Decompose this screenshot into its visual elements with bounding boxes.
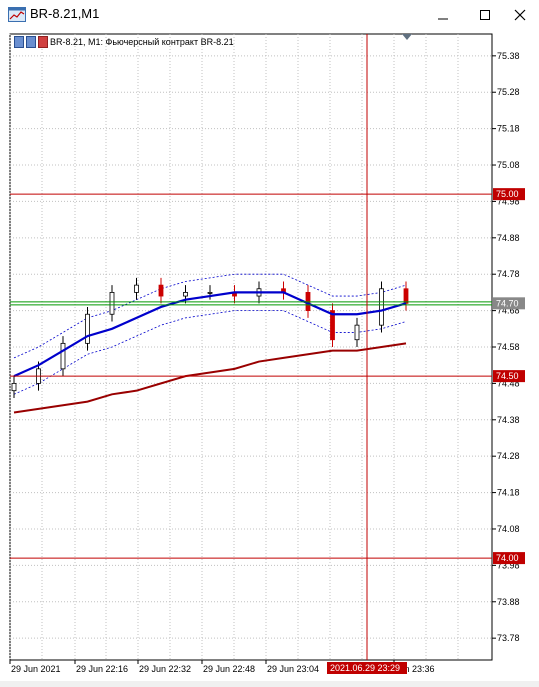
window-bottom-edge <box>0 681 539 687</box>
minimize-button[interactable] <box>428 2 458 28</box>
candle-body <box>158 284 164 297</box>
level-label: 74.00 <box>496 553 519 563</box>
window-title: BR-8.21,M1 <box>30 6 100 21</box>
price-tick-label: 74.58 <box>497 342 520 352</box>
time-tick-label: 29 Jun 22:48 <box>203 664 255 674</box>
price-tick-label: 74.28 <box>497 451 520 461</box>
price-tick-label: 75.28 <box>497 87 520 97</box>
chart-toolbar-icons <box>14 36 48 48</box>
maximize-button[interactable] <box>470 2 500 28</box>
crosshair-time-label: 2021.06.29 23:29 <box>330 663 400 673</box>
close-icon <box>514 9 526 21</box>
chart-window[interactable]: 75.38 75.28 75.18 75.08 74.98 74.88 74.78 74.68… <box>0 30 539 687</box>
price-tick-label: 74.88 <box>497 233 520 243</box>
time-tick-label: 29 Jun 2021 <box>11 664 61 674</box>
price-tick-label: 73.78 <box>497 633 520 643</box>
candle-body <box>109 292 115 315</box>
level-label: 74.50 <box>496 371 519 381</box>
level-label: 75.00 <box>496 189 519 199</box>
time-tick-label: 29 Jun 23:04 <box>267 664 319 674</box>
candle-body <box>207 292 213 294</box>
time-tick-label: 29 Jun 22:16 <box>76 664 128 674</box>
price-tick-label: 75.18 <box>497 124 520 134</box>
price-tick-label: 74.38 <box>497 415 520 425</box>
close-button[interactable] <box>505 2 535 28</box>
candle-body <box>379 288 384 326</box>
price-tick-label: 74.18 <box>497 488 520 498</box>
price-tick-label: 74.78 <box>497 269 520 279</box>
chart-app-icon <box>8 7 26 22</box>
candle-body <box>354 324 360 341</box>
chart-symbol-label: BR-8.21, M1: Фьючерсный контракт BR-8.21 <box>50 37 234 47</box>
price-chart[interactable]: 75.3875.2875.1875.0874.9874.8874.7874.68… <box>0 30 539 687</box>
minimize-icon <box>438 18 448 20</box>
window-titlebar[interactable]: BR-8.21,M1 <box>0 0 539 30</box>
price-tick-label: 75.38 <box>497 51 520 61</box>
candle-body <box>11 382 17 392</box>
candle-body <box>60 342 66 370</box>
candle-body <box>183 292 188 297</box>
candle-body <box>403 288 409 304</box>
candle-body <box>85 313 90 344</box>
price-tick-label: 73.88 <box>497 597 520 607</box>
maximize-icon <box>480 10 490 20</box>
price-tick-label: 75.08 <box>497 160 520 170</box>
candle-body <box>134 284 139 293</box>
time-tick-label: 29 Jun 22:32 <box>139 664 191 674</box>
current-price-label: 74.70 <box>496 298 519 308</box>
price-tick-label: 74.08 <box>497 524 520 534</box>
